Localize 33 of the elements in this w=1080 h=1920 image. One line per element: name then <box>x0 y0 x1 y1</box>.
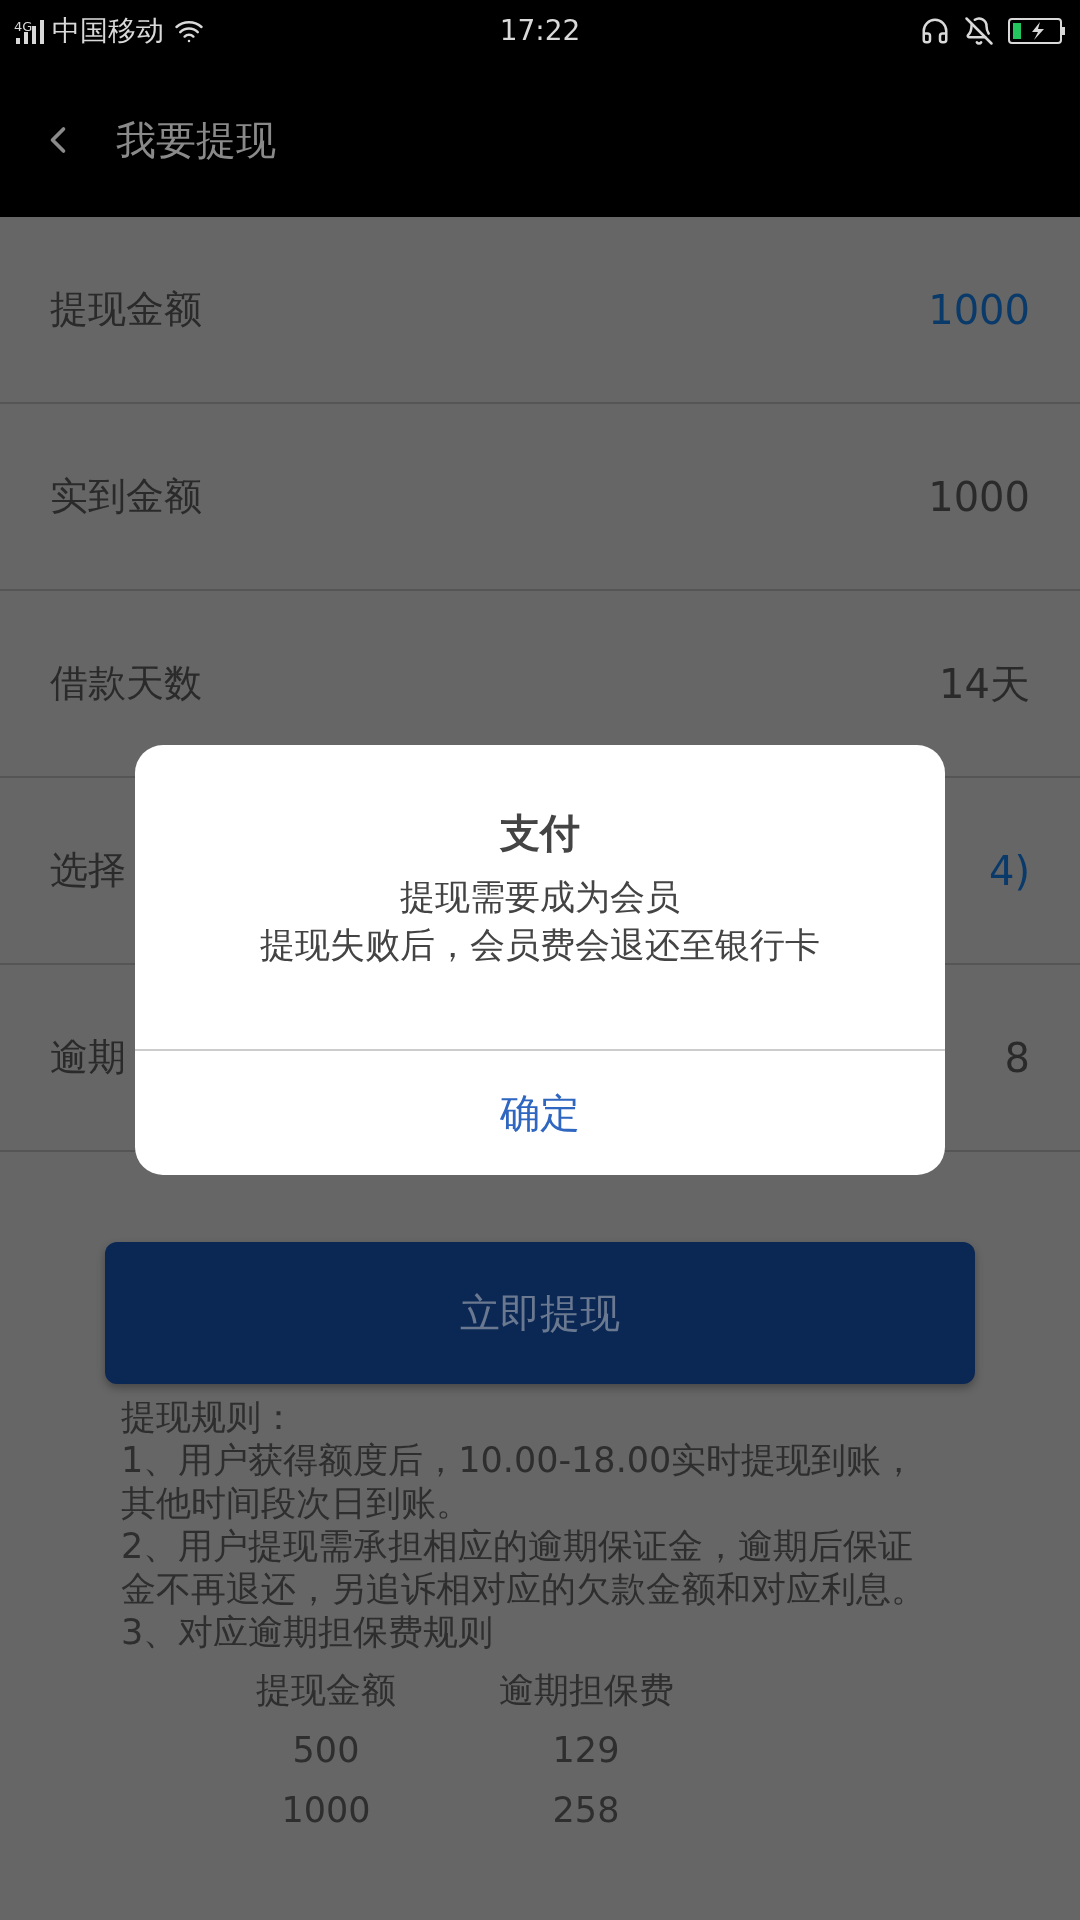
table-cell-text: 258 <box>551 1789 621 1832</box>
table-header: 提现金额 <box>255 1669 397 1712</box>
table-cell-text: 1000 <box>280 1789 372 1832</box>
rules-title: 提现规则： <box>121 1396 297 1439</box>
status-time: 17:22 <box>499 13 581 49</box>
carrier-name: 中国移动 <box>52 13 165 49</box>
network-type: 4G <box>14 20 33 33</box>
row-label: 提现金额 <box>50 286 202 333</box>
rules-paragraph: 3、对应逾期担保费规则 <box>121 1611 495 1654</box>
bell-off-icon <box>964 16 994 46</box>
row-value[interactable]: 4) <box>988 840 1030 901</box>
page-title: 我要提现 <box>116 115 276 165</box>
confirm-button[interactable]: 确定 <box>500 1083 580 1143</box>
row-value: 14天 <box>939 659 1030 709</box>
row-value: 1000 <box>928 472 1030 522</box>
row-label: 实到金额 <box>50 473 202 520</box>
row-label: 选择 <box>50 847 126 894</box>
rules-paragraph: 1、用户获得额度后，10.00-18.00实时提现到账，其他时间段次日到账。 <box>121 1439 918 1525</box>
withdraw-button[interactable]: 立即提现 <box>105 1242 975 1384</box>
row-label: 逾期 <box>50 1034 126 1081</box>
table-cell-text: 500 <box>291 1729 361 1772</box>
signal-icon <box>16 18 45 44</box>
row-value: 8 <box>1004 1033 1030 1083</box>
dialog-message: 提现失败后，会员费会退还至银行卡 <box>260 924 820 967</box>
dialog-title: 支付 <box>500 813 580 853</box>
dialog-message: 提现需要成为会员 <box>400 876 680 919</box>
table-header: 逾期担保费 <box>497 1669 675 1712</box>
headset-icon <box>920 16 950 46</box>
rules-paragraph: 2、用户提现需承担相应的逾期保证金，逾期后保证金不再退还，另追诉相对应的欠款金额和对应利息。 <box>121 1525 927 1611</box>
table-cell-text: 129 <box>551 1729 621 1772</box>
row-value[interactable]: 1000 <box>928 279 1030 340</box>
battery-icon <box>1008 18 1066 44</box>
row-label: 借款天数 <box>50 660 202 707</box>
